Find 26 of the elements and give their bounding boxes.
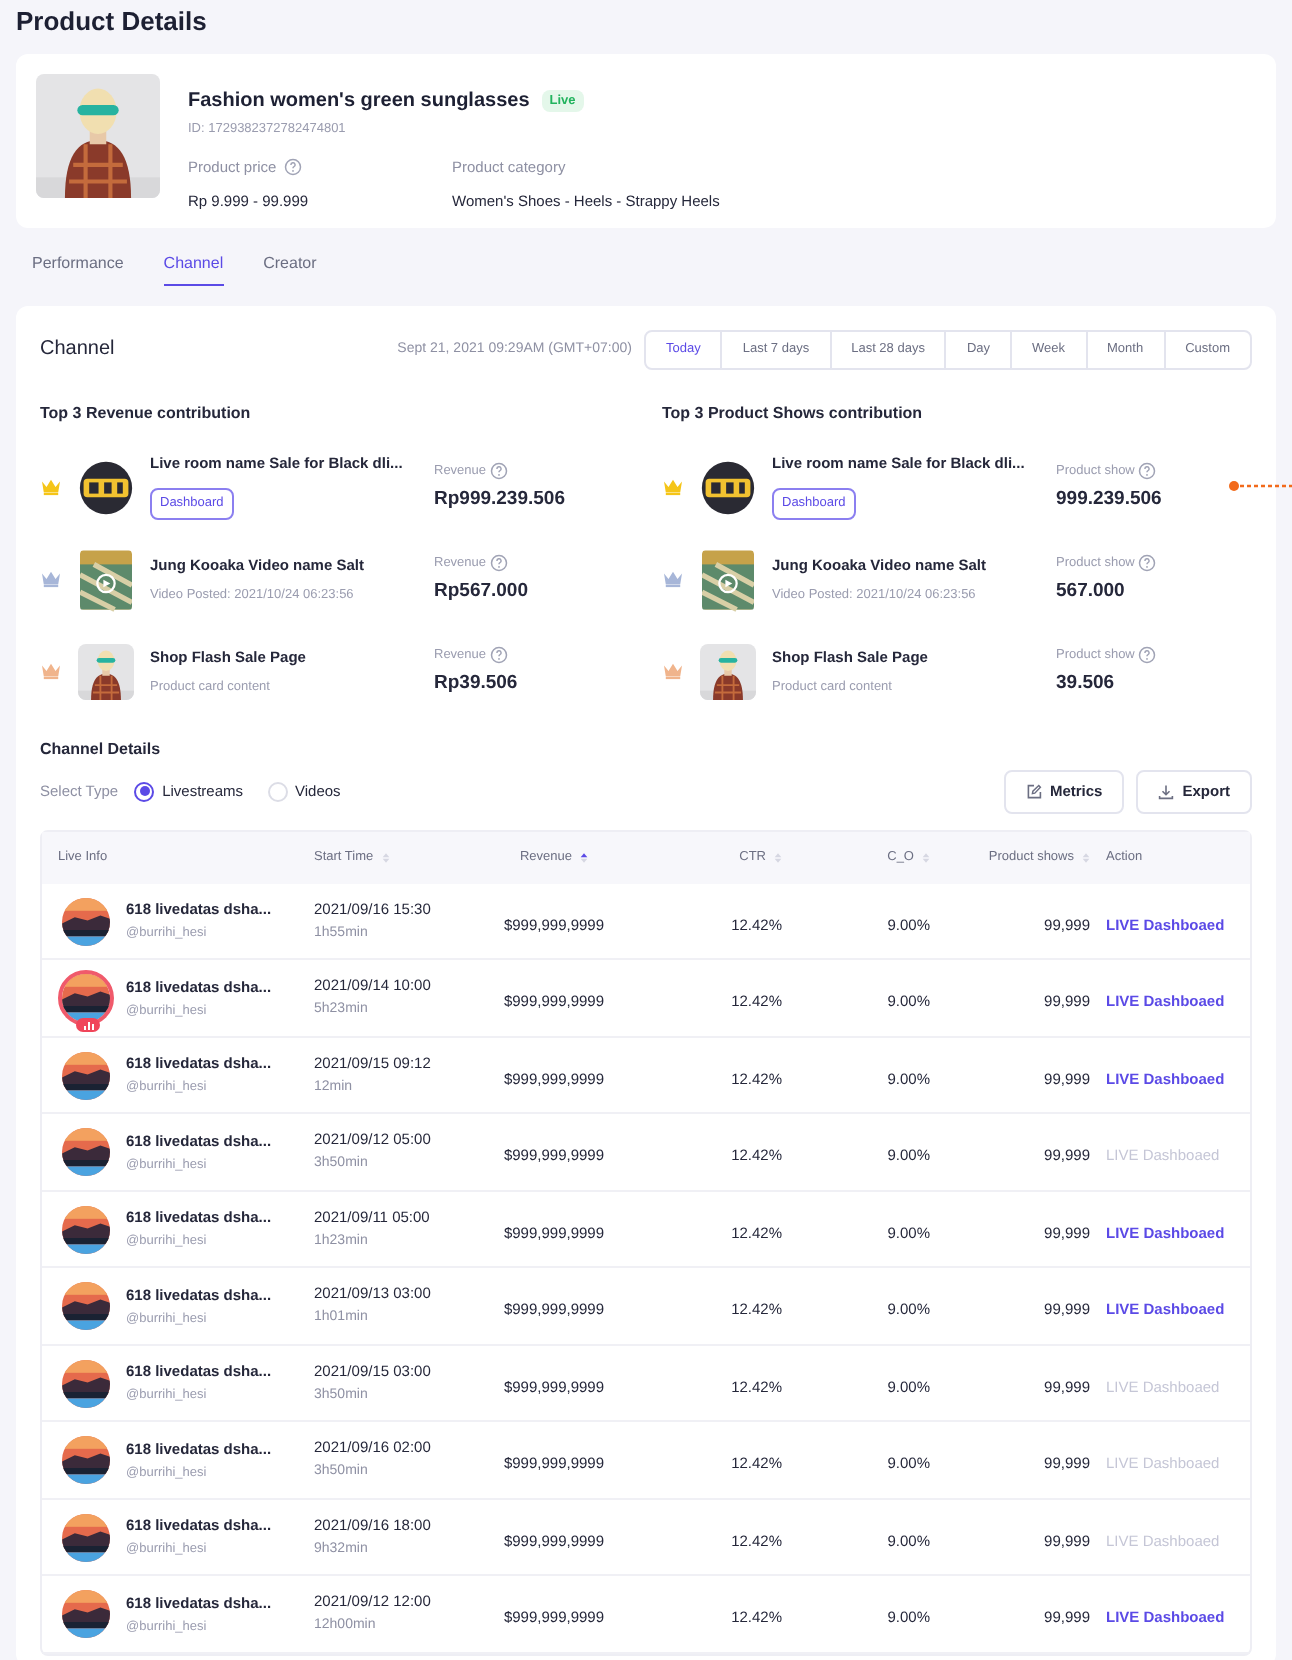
- help-icon: [490, 554, 509, 573]
- tab[interactable]: Creator: [263, 252, 317, 286]
- metric-value: Rp567.000: [434, 577, 529, 605]
- download-icon: [1158, 783, 1175, 800]
- help-icon: [490, 462, 509, 481]
- help-icon: [1138, 554, 1157, 573]
- help-icon: [284, 157, 303, 176]
- leader-line: [1228, 480, 1292, 492]
- list-title: Top 3 Product Shows contribution: [662, 401, 925, 426]
- help-icon: [1138, 646, 1157, 665]
- metric-value: Rp999.239.506: [434, 485, 565, 513]
- live-badge: [76, 1018, 100, 1032]
- metric-value: Rp39.506: [434, 669, 518, 697]
- page-title: Product Details: [16, 4, 209, 40]
- product-name: Fashion women's green sunglasses: [188, 88, 530, 116]
- help-icon: [490, 646, 509, 665]
- tab[interactable]: Channel: [163, 252, 224, 286]
- section-title: Channel: [40, 336, 117, 365]
- help-icon: [1138, 462, 1157, 481]
- metric-value: 999.239.506: [1056, 485, 1162, 513]
- list-title: Top 3 Revenue contribution: [40, 401, 253, 426]
- metric-value: 567.000: [1056, 577, 1127, 605]
- edit-icon: [1025, 783, 1042, 800]
- metric-value: 39.506: [1056, 669, 1117, 697]
- section-title: Channel Details: [40, 737, 163, 762]
- tab[interactable]: Performance: [32, 252, 124, 286]
